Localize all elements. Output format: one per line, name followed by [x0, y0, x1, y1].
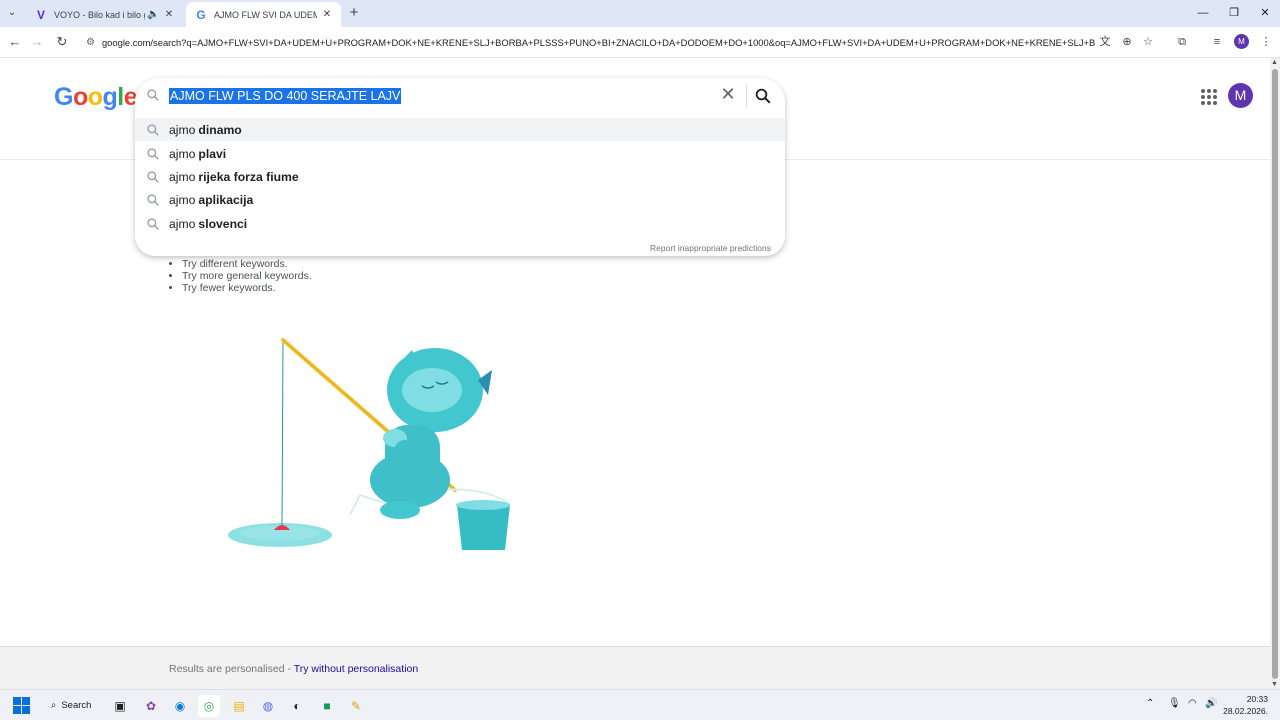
volume-icon[interactable]: 🔊 — [1205, 698, 1217, 709]
scroll-thumb[interactable] — [1272, 69, 1278, 679]
tab-voyo[interactable]: V VOYO - Bilo kad i bilo gdje 🔈 ✕ — [26, 2, 183, 27]
edge-icon[interactable]: ◉ — [169, 695, 191, 717]
app-icon[interactable]: ✎ — [345, 695, 367, 717]
search-row: AJMO FLW PLS DO 400 SERAJTE LAJV ✕ — [135, 78, 785, 114]
tab-search-icon[interactable]: ⌄ — [4, 5, 20, 21]
close-tab-icon[interactable]: ✕ — [163, 9, 175, 20]
windows-start-icon[interactable] — [13, 697, 30, 714]
search-submit-icon[interactable] — [754, 87, 772, 105]
task-view-icon[interactable]: ▣ — [109, 695, 131, 717]
suggestion-completion: slovenci — [198, 216, 248, 231]
suggestion-prefix: ajmo — [169, 169, 196, 184]
forward-icon[interactable]: → — [28, 33, 46, 51]
search-icon — [147, 89, 159, 101]
more-menu-icon[interactable]: ⋮ — [1257, 33, 1275, 51]
show-hidden-icons-icon[interactable]: ⌃ — [1146, 698, 1154, 709]
fishing-monster-illustration — [228, 338, 511, 550]
footer-text: Results are personalised - — [169, 663, 294, 675]
file-explorer-icon[interactable]: ▤ — [228, 695, 250, 717]
tab-google-search[interactable]: G AJMO FLW SVI DA UDEM U PR ✕ — [186, 2, 341, 27]
translate-icon[interactable]: 文 — [1096, 33, 1114, 51]
suggestion-completion: dinamo — [198, 122, 242, 137]
taskbar-search-label: Search — [61, 700, 92, 711]
reload-icon[interactable]: ↻ — [53, 33, 71, 51]
app-icon[interactable]: ■ — [316, 695, 338, 717]
suggestion-item[interactable]: ajmo slovenci — [135, 212, 785, 235]
zoom-icon[interactable]: ⊕ — [1118, 33, 1136, 51]
toolbar: ← → ↻ ⚙ google.com/search?q=AJMO+FLW+SVI… — [0, 27, 1280, 58]
search-query-text: AJMO FLW PLS DO 400 SERAJTE LAJV — [169, 88, 402, 104]
minimize-icon[interactable]: — — [1188, 2, 1218, 24]
search-icon — [147, 193, 159, 206]
steam-icon[interactable]: ◐ — [286, 695, 308, 717]
logo-letter: o — [72, 83, 88, 111]
new-tab-button[interactable]: + — [345, 4, 363, 22]
tip-item: Try different keywords. — [182, 258, 312, 270]
google-logo[interactable]: Google — [54, 83, 138, 112]
suggestion-completion: aplikacija — [198, 192, 254, 207]
tip-item: Try more general keywords. — [182, 270, 312, 282]
suggestion-prefix: ajmo — [169, 216, 196, 231]
suggestion-completion: plavi — [198, 146, 227, 161]
suggestion-item[interactable]: ajmo dinamo — [135, 118, 785, 141]
personalisation-note: Results are personalised - Try without p… — [169, 663, 418, 675]
search-autocomplete: AJMO FLW PLS DO 400 SERAJTE LAJV ✕ ajmo d… — [135, 78, 785, 256]
speaker-icon[interactable]: 🔈 — [147, 9, 159, 20]
tab-strip: ⌄ V VOYO - Bilo kad i bilo gdje 🔈 ✕ G AJ… — [0, 0, 1280, 27]
address-bar[interactable]: ⚙ google.com/search?q=AJMO+FLW+SVI+DA+UD… — [80, 30, 1095, 55]
close-tab-icon[interactable]: ✕ — [321, 9, 333, 20]
search-input[interactable]: AJMO FLW PLS DO 400 SERAJTE LAJV — [169, 87, 402, 105]
logo-letter: G — [54, 83, 73, 111]
site-info-icon[interactable]: ⚙ — [86, 37, 95, 48]
windows-taskbar: ⌕ Search ▣ ✿ ◉ ◎ ▤ ◍ ◐ ■ ✎ ⌃ 🎙 ◠ 🔊 20:33… — [0, 689, 1280, 720]
page-scrollbar[interactable]: ▲ ▼ — [1270, 58, 1280, 689]
google-icon: G — [196, 7, 206, 22]
bookmark-star-icon[interactable]: ☆ — [1139, 33, 1157, 51]
try-without-personalisation-link[interactable]: Try without personalisation — [294, 663, 419, 675]
clock-date: 28.02.2026. — [1223, 706, 1268, 716]
chrome-icon[interactable]: ◎ — [198, 695, 220, 717]
google-apps-icon[interactable] — [1199, 87, 1217, 105]
account-avatar[interactable]: M — [1228, 83, 1253, 108]
divider — [746, 85, 747, 107]
url-text: google.com/search?q=AJMO+FLW+SVI+DA+UDEM… — [101, 37, 1095, 48]
discord-icon[interactable]: ◍ — [257, 695, 279, 717]
suggestion-prefix: ajmo — [169, 122, 196, 137]
search-icon: ⌕ — [51, 700, 57, 711]
taskbar-search[interactable]: ⌕ Search — [43, 695, 103, 716]
suggestion-completion: rijeka forza fiume — [198, 169, 299, 184]
wifi-icon[interactable]: ◠ — [1188, 698, 1197, 709]
suggestion-prefix: ajmo — [169, 192, 196, 207]
tip-item: Try fewer keywords. — [182, 282, 312, 294]
search-tips: Try different keywords. Try more general… — [182, 258, 312, 294]
voyo-icon: V — [36, 7, 45, 22]
tab-title: AJMO FLW SVI DA UDEM U PR — [214, 9, 317, 20]
page-footer: Results are personalised - Try without p… — [0, 646, 1270, 689]
suggestion-item[interactable]: ajmo plavi — [135, 142, 785, 165]
clear-search-icon[interactable]: ✕ — [720, 85, 736, 103]
microphone-icon[interactable]: 🎙 — [1168, 698, 1181, 709]
logo-letter: o — [87, 83, 103, 111]
system-clock[interactable]: 20:33 28.02.2026. — [1222, 693, 1268, 717]
clock-time: 20:33 — [1246, 694, 1268, 704]
close-window-icon[interactable]: ✕ — [1250, 2, 1280, 24]
profile-avatar[interactable]: M — [1234, 34, 1249, 49]
media-control-icon[interactable]: ≡ — [1208, 33, 1226, 51]
logo-letter: g — [102, 83, 118, 111]
search-icon — [147, 123, 159, 136]
back-icon[interactable]: ← — [6, 33, 24, 51]
copilot-icon[interactable]: ✿ — [140, 695, 162, 717]
scroll-up-icon[interactable]: ▲ — [1271, 59, 1278, 66]
scroll-down-icon[interactable]: ▼ — [1271, 681, 1278, 688]
search-icon — [147, 170, 159, 183]
search-icon — [147, 147, 159, 160]
restore-icon[interactable]: ❐ — [1219, 2, 1249, 24]
extensions-icon[interactable]: ⧉ — [1173, 33, 1191, 51]
suggestion-item[interactable]: ajmo rijeka forza fiume — [135, 165, 785, 188]
tab-title: VOYO - Bilo kad i bilo gdje — [54, 9, 145, 20]
search-icon — [147, 217, 159, 230]
report-predictions-link[interactable]: Report inappropriate predictions — [650, 243, 771, 253]
suggestion-item[interactable]: ajmo aplikacija — [135, 188, 785, 211]
suggestion-prefix: ajmo — [169, 146, 196, 161]
